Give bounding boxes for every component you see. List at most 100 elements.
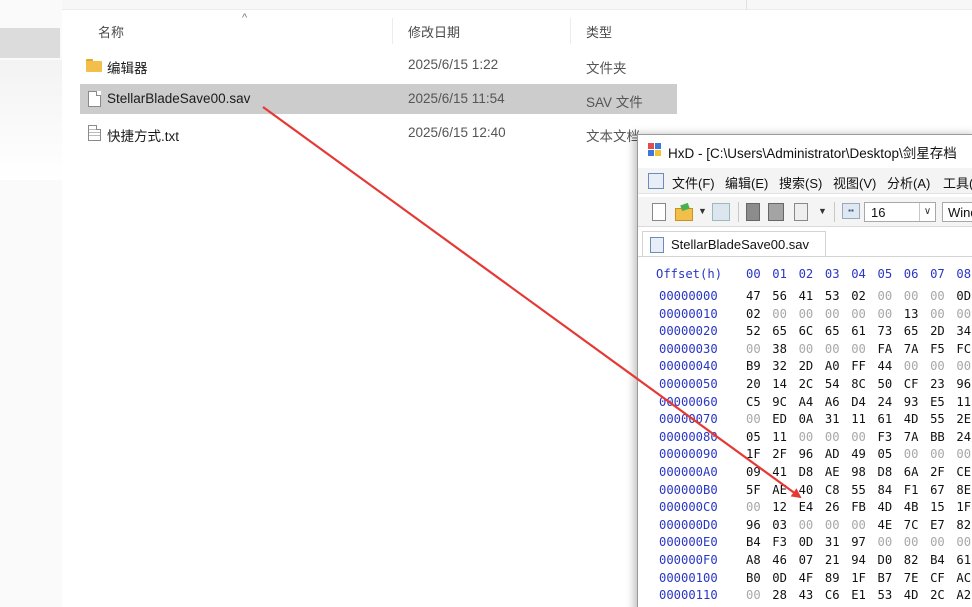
hex-byte[interactable]: 67 [930, 483, 945, 497]
hex-byte[interactable]: F3 [772, 535, 787, 549]
hex-byte[interactable]: B0 [746, 571, 761, 585]
hex-byte[interactable]: 00 [930, 289, 945, 303]
hex-byte[interactable]: 2E [956, 412, 971, 426]
tab-save-file[interactable]: StellarBladeSave00.sav [642, 231, 826, 257]
hex-byte[interactable]: 0A [799, 412, 814, 426]
hex-byte[interactable]: 41 [799, 289, 814, 303]
hex-byte[interactable]: 31 [825, 535, 840, 549]
hex-byte[interactable]: 46 [772, 553, 787, 567]
hex-byte[interactable]: 00 [851, 307, 866, 321]
hex-byte[interactable]: 5F [746, 483, 761, 497]
hex-byte[interactable]: 53 [825, 289, 840, 303]
hex-byte[interactable]: 43 [799, 588, 814, 602]
hex-byte[interactable]: E4 [799, 500, 814, 514]
menu-file[interactable]: 文件(F) [672, 173, 715, 192]
hex-byte[interactable]: A2 [956, 588, 971, 602]
hex-byte[interactable]: 96 [746, 518, 761, 532]
hex-byte[interactable]: 52 [746, 324, 761, 338]
hex-byte[interactable]: E1 [851, 588, 866, 602]
hex-byte[interactable]: 53 [878, 588, 893, 602]
bytes-per-row-select[interactable]: 16 ∨ [864, 202, 936, 222]
hex-byte[interactable]: D8 [878, 465, 893, 479]
hex-byte[interactable]: 1F [956, 500, 971, 514]
hex-byte[interactable]: 38 [772, 342, 787, 356]
hex-byte[interactable]: D0 [878, 553, 893, 567]
hex-byte[interactable]: 65 [772, 324, 787, 338]
hex-byte[interactable]: 2F [930, 465, 945, 479]
hex-byte[interactable]: 02 [746, 307, 761, 321]
hex-byte[interactable]: 61 [956, 553, 971, 567]
hex-byte[interactable]: FF [851, 359, 866, 373]
hex-byte[interactable]: 00 [799, 518, 814, 532]
hex-byte[interactable]: CE [956, 465, 971, 479]
save-icon[interactable] [712, 203, 730, 221]
hex-byte[interactable]: 00 [878, 535, 893, 549]
hex-byte[interactable]: 2D [930, 324, 945, 338]
hex-byte[interactable]: 1F [851, 571, 866, 585]
hex-byte[interactable]: 4D [878, 500, 893, 514]
hex-byte[interactable]: 00 [904, 535, 919, 549]
hex-byte[interactable]: 05 [878, 447, 893, 461]
column-header-type[interactable]: 类型 [586, 22, 612, 41]
hex-byte[interactable]: 00 [878, 307, 893, 321]
menu-analysis[interactable]: 分析(A) [887, 173, 930, 192]
hex-byte[interactable]: BB [930, 430, 945, 444]
hex-byte[interactable]: 00 [930, 535, 945, 549]
hex-byte[interactable]: 21 [825, 553, 840, 567]
hex-byte[interactable]: 8E [956, 483, 971, 497]
hex-byte[interactable]: 4B [904, 500, 919, 514]
hex-byte[interactable]: 07 [799, 553, 814, 567]
hex-byte[interactable]: 15 [930, 500, 945, 514]
hex-byte[interactable]: A8 [746, 553, 761, 567]
hex-byte[interactable]: FC [956, 342, 971, 356]
charset-select[interactable]: Wind [942, 202, 972, 222]
hex-byte[interactable]: F5 [930, 342, 945, 356]
hex-byte[interactable]: 9C [772, 395, 787, 409]
hex-byte[interactable]: 00 [825, 518, 840, 532]
hex-byte[interactable]: B4 [930, 553, 945, 567]
hex-byte[interactable]: 02 [851, 289, 866, 303]
chevron-down-icon[interactable]: ▼ [818, 206, 827, 216]
document-icon[interactable] [648, 173, 664, 189]
hex-byte[interactable]: 00 [930, 359, 945, 373]
hex-byte[interactable]: 00 [746, 342, 761, 356]
hex-byte[interactable]: 00 [825, 430, 840, 444]
chevron-down-icon[interactable]: ∨ [919, 203, 935, 221]
hex-byte[interactable]: 00 [746, 500, 761, 514]
hex-byte[interactable]: 00 [930, 447, 945, 461]
document-properties-icon[interactable] [794, 203, 808, 221]
file-row-save-file[interactable]: StellarBladeSave00.sav 2025/6/15 11:54 S… [80, 84, 677, 114]
hex-byte[interactable]: 65 [904, 324, 919, 338]
hex-byte[interactable]: 13 [904, 307, 919, 321]
hex-byte[interactable]: F3 [878, 430, 893, 444]
hex-byte[interactable]: 2F [772, 447, 787, 461]
hex-byte[interactable]: 6C [799, 324, 814, 338]
hex-byte[interactable]: 00 [825, 307, 840, 321]
hex-byte[interactable]: ED [772, 412, 787, 426]
hex-byte[interactable]: 94 [851, 553, 866, 567]
column-header-name[interactable]: 名称 [98, 22, 124, 41]
hex-byte[interactable]: 49 [851, 447, 866, 461]
hex-byte[interactable]: 23 [930, 377, 945, 391]
hex-byte[interactable]: 55 [851, 483, 866, 497]
hex-byte[interactable]: 4F [799, 571, 814, 585]
hex-byte[interactable]: A0 [825, 359, 840, 373]
hex-byte[interactable]: 31 [825, 412, 840, 426]
hex-byte[interactable]: 00 [956, 359, 971, 373]
file-row-editor-folder[interactable]: 编辑器 2025/6/15 1:22 文件夹 [80, 50, 677, 80]
hex-byte[interactable]: 4D [904, 412, 919, 426]
hex-byte[interactable]: AD [825, 447, 840, 461]
hex-byte[interactable]: 00 [956, 307, 971, 321]
hex-byte[interactable]: 96 [799, 447, 814, 461]
new-file-icon[interactable] [652, 203, 666, 221]
hex-byte[interactable]: 34 [956, 324, 971, 338]
hex-byte[interactable]: 7A [904, 342, 919, 356]
hex-byte[interactable]: 11 [772, 430, 787, 444]
hex-byte[interactable]: 61 [851, 324, 866, 338]
hex-byte[interactable]: C6 [825, 588, 840, 602]
hex-byte[interactable]: D4 [851, 395, 866, 409]
hex-byte[interactable]: 00 [930, 307, 945, 321]
hex-byte[interactable]: AE [825, 465, 840, 479]
hex-byte[interactable]: 50 [878, 377, 893, 391]
hex-byte[interactable]: 54 [825, 377, 840, 391]
